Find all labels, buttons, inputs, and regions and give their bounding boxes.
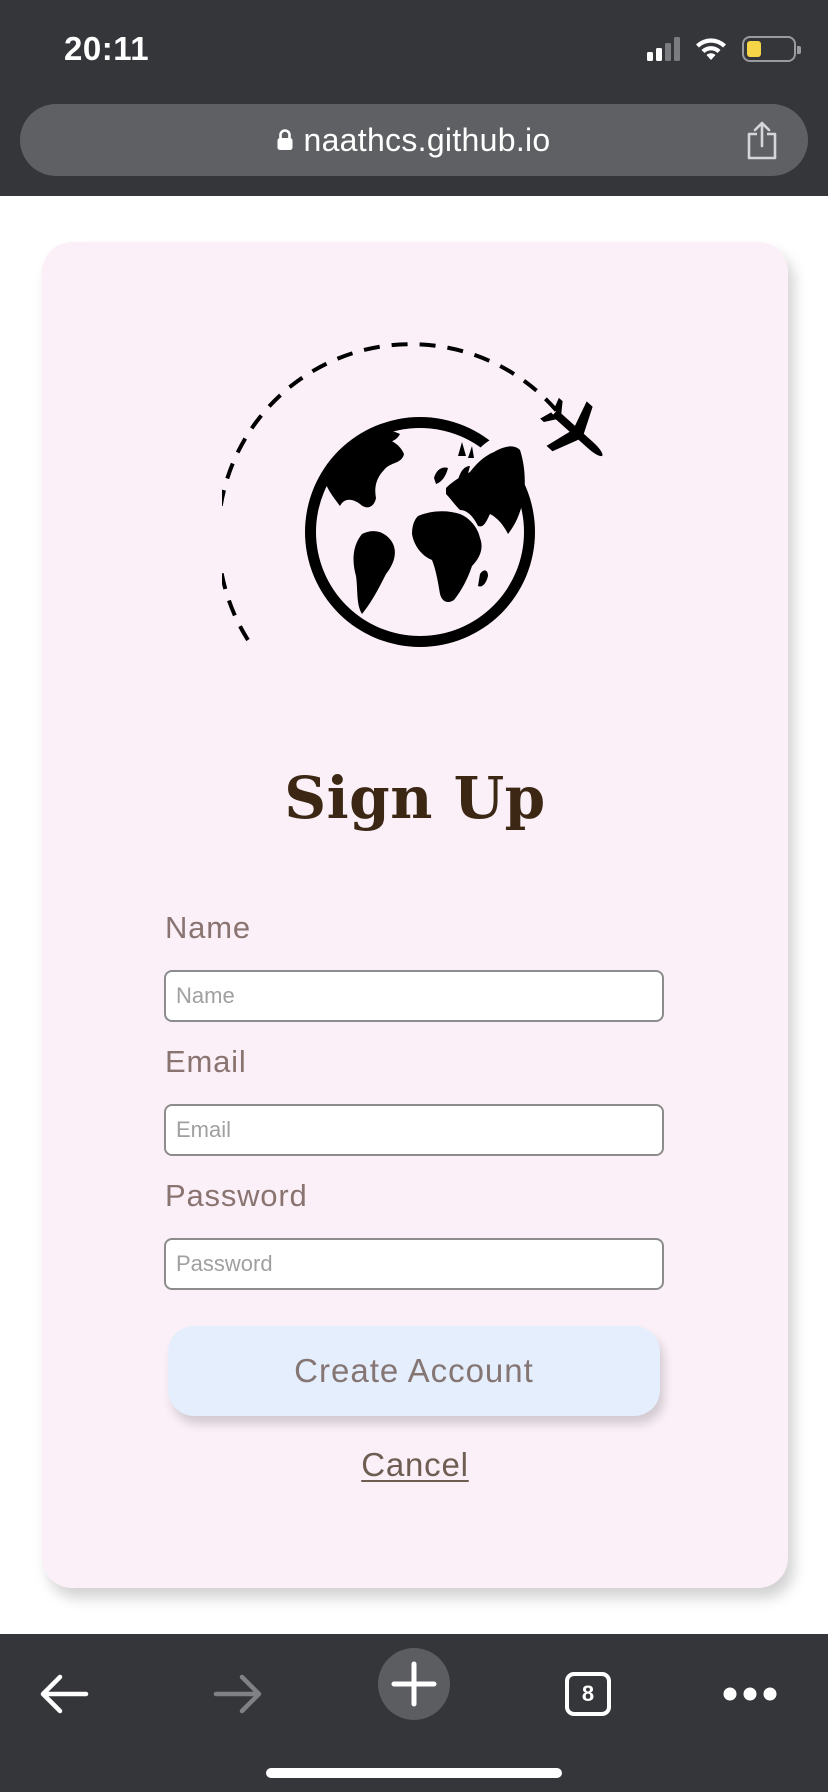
cancel-link[interactable]: Cancel (361, 1446, 469, 1483)
name-label: Name (165, 910, 251, 945)
globe-with-airplane-icon (222, 342, 603, 647)
lock-icon (277, 129, 293, 150)
browser-bottom-toolbar: 8 (0, 1634, 828, 1792)
more-dots-icon (723, 1687, 777, 1701)
page-title: Sign Up (284, 764, 546, 832)
email-input[interactable] (164, 1104, 664, 1156)
new-tab-button[interactable] (378, 1648, 450, 1720)
name-input[interactable] (164, 970, 664, 1022)
status-time: 20:11 (64, 30, 150, 67)
tab-count-badge: 8 (565, 1672, 611, 1716)
password-label: Password (165, 1178, 308, 1213)
wifi-icon (696, 38, 726, 60)
back-button[interactable] (24, 1662, 104, 1726)
back-arrow-icon (40, 1674, 89, 1714)
tabs-button[interactable]: 8 (548, 1662, 628, 1726)
status-icons (647, 34, 801, 64)
forward-button[interactable] (198, 1662, 278, 1726)
cancel-link-row: Cancel (42, 1446, 788, 1484)
home-indicator (266, 1768, 562, 1778)
url-text: naathcs.github.io (303, 121, 551, 158)
share-icon[interactable] (744, 120, 780, 160)
battery-low-icon (742, 36, 801, 62)
forward-arrow-icon (213, 1674, 262, 1714)
more-button[interactable] (710, 1662, 790, 1726)
browser-top-chrome: 20:11 naathcs.github.io (0, 0, 828, 196)
cellular-signal-icon (647, 37, 680, 61)
email-label: Email (165, 1044, 247, 1079)
signup-card: Sign Up Name Email Password Create Accou… (42, 242, 788, 1588)
create-account-button[interactable]: Create Account (168, 1326, 660, 1416)
password-input[interactable] (164, 1238, 664, 1290)
address-bar[interactable]: naathcs.github.io (20, 104, 808, 176)
plus-icon (391, 1661, 437, 1707)
page-content: Sign Up Name Email Password Create Accou… (0, 196, 828, 1634)
